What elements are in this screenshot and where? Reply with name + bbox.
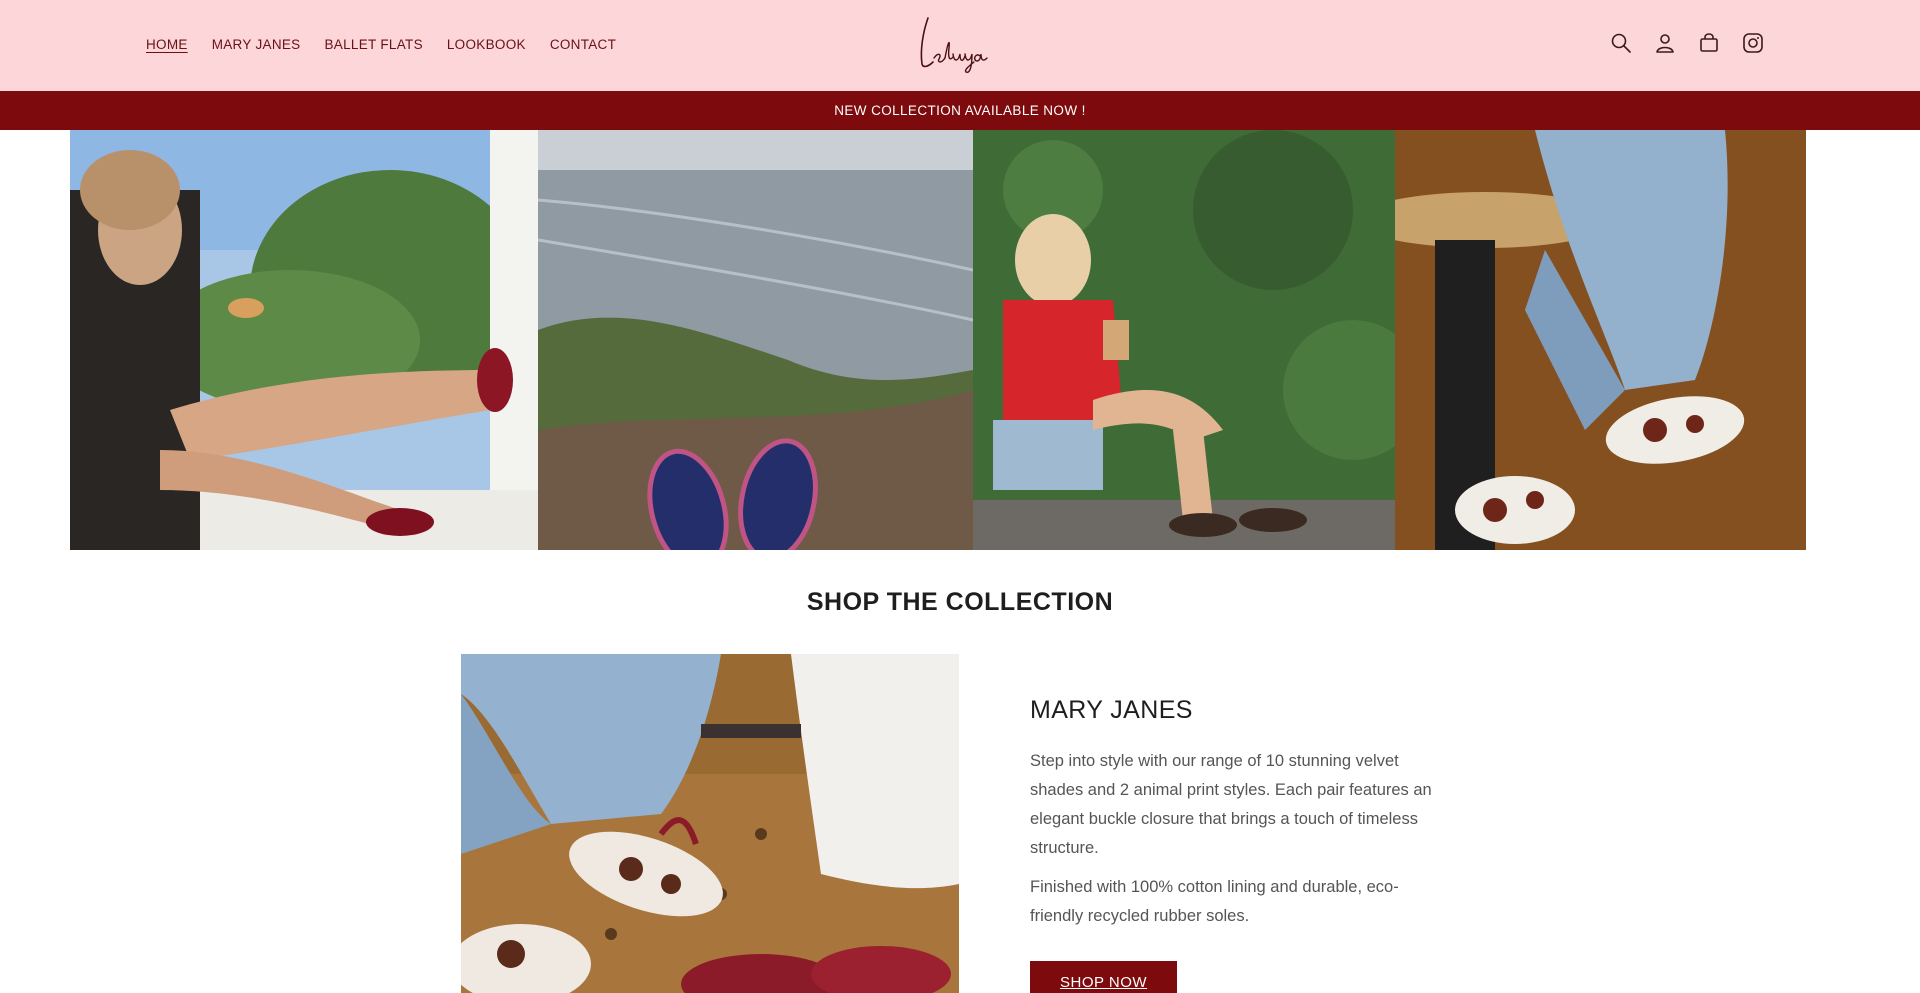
instagram-icon[interactable] bbox=[1742, 32, 1764, 54]
nav-contact[interactable]: CONTACT bbox=[550, 37, 616, 52]
main-nav: HOME MARY JANES BALLET FLATS LOOKBOOK CO… bbox=[146, 37, 616, 52]
nav-home[interactable]: HOME bbox=[146, 37, 188, 52]
feature-details: Finished with 100% cotton lining and dur… bbox=[1030, 878, 1399, 925]
feature-content: MARY JANES Step into style with our rang… bbox=[1030, 696, 1450, 993]
nav-mary-janes[interactable]: MARY JANES bbox=[212, 37, 301, 52]
lookbook-gallery bbox=[70, 130, 1806, 550]
nav-lookbook[interactable]: LOOKBOOK bbox=[447, 37, 526, 52]
site-header: HOME MARY JANES BALLET FLATS LOOKBOOK CO… bbox=[0, 0, 1920, 91]
search-icon[interactable] bbox=[1610, 32, 1632, 54]
gallery-image-3[interactable] bbox=[973, 130, 1395, 550]
shop-now-button[interactable]: SHOP NOW bbox=[1030, 961, 1178, 993]
announcement-text: NEW COLLECTION AVAILABLE NOW ! bbox=[834, 103, 1086, 118]
announcement-bar: NEW COLLECTION AVAILABLE NOW ! bbox=[0, 91, 1920, 130]
section-title: SHOP THE COLLECTION bbox=[806, 588, 1114, 616]
gallery-image-4[interactable] bbox=[1395, 130, 1806, 550]
header-icons bbox=[1610, 32, 1764, 54]
nav-ballet-flats[interactable]: BALLET FLATS bbox=[324, 37, 422, 52]
gallery-image-1[interactable] bbox=[70, 130, 538, 550]
feature-description: Step into style with our range of 10 stu… bbox=[1030, 752, 1432, 857]
account-icon[interactable] bbox=[1654, 32, 1676, 54]
feature-heading: MARY JANES bbox=[1030, 696, 1193, 724]
gallery-image-2[interactable] bbox=[538, 130, 973, 550]
cart-icon[interactable] bbox=[1698, 32, 1720, 54]
feature-image[interactable] bbox=[461, 654, 959, 993]
brand-logo[interactable] bbox=[914, 12, 994, 76]
